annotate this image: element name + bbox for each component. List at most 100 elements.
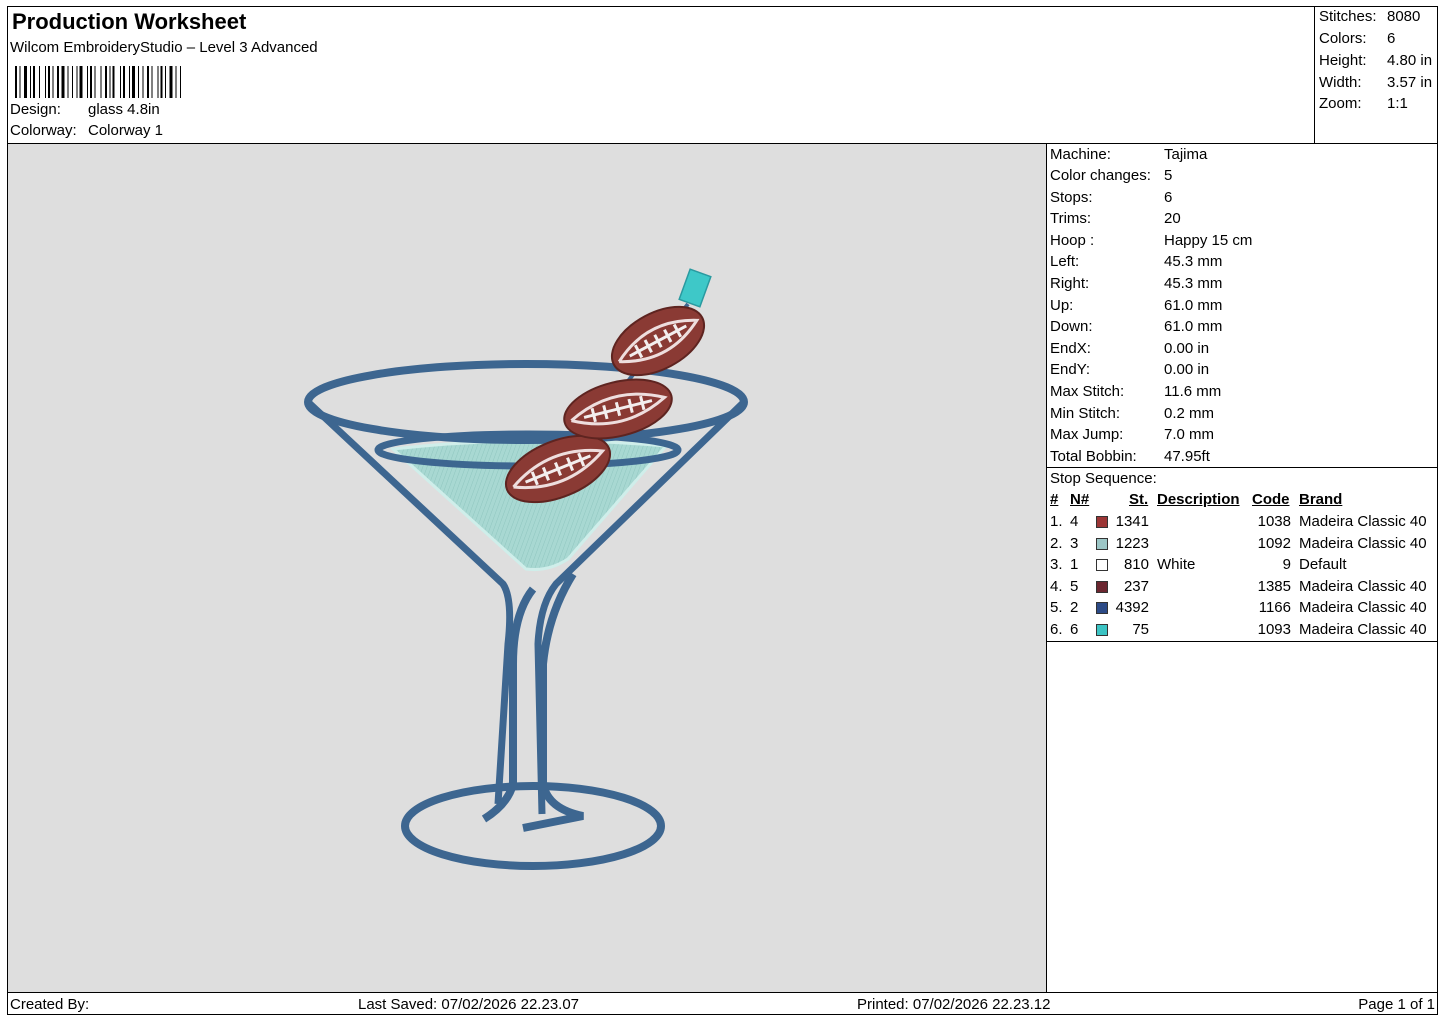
barcode-bar	[87, 66, 88, 98]
barcode-bar	[57, 66, 59, 98]
info-row: Left: 45.3 mm	[1050, 253, 1222, 270]
row-number: 6.	[1050, 621, 1063, 638]
barcode-bar	[79, 66, 83, 98]
page-number: Page 1 of 1	[1358, 996, 1435, 1013]
info-label: Color changes:	[1050, 167, 1151, 184]
divider	[1047, 467, 1438, 468]
barcode-bar	[160, 66, 163, 98]
col-header-stitches: St.	[1129, 491, 1149, 508]
summary-value: 3.57 in	[1387, 74, 1433, 91]
barcode-bar	[39, 66, 40, 98]
info-value: 11.6 mm	[1164, 383, 1222, 400]
needle-number: 4	[1070, 513, 1079, 530]
barcode-image	[15, 66, 181, 98]
barcode-bar	[15, 66, 17, 98]
barcode-bar	[109, 66, 111, 98]
info-row: EndY: 0.00 in	[1050, 361, 1209, 378]
row-number: 5.	[1050, 599, 1063, 616]
summary-row: Zoom: 1:1	[1319, 95, 1408, 112]
row-number: 3.	[1050, 556, 1063, 573]
barcode-bar	[151, 66, 153, 98]
barcode-bar	[100, 66, 102, 98]
summary-box: Stitches: 8080 Colors: 6 Height: 4.80 in Wi…	[1314, 6, 1438, 144]
row-number: 4.	[1050, 578, 1063, 595]
thread-code: 1092	[1257, 535, 1291, 552]
info-label: Trims:	[1050, 210, 1092, 227]
barcode-bar	[120, 66, 121, 98]
info-row: Color changes: 5	[1050, 167, 1172, 184]
barcode-bar	[165, 66, 166, 98]
info-value: 6	[1164, 189, 1173, 206]
design-preview	[8, 144, 1046, 992]
created-by: Created By:	[10, 996, 90, 1013]
summary-label: Width:	[1319, 74, 1362, 91]
thread-brand: Madeira Classic 40	[1299, 621, 1427, 638]
thread-brand: Madeira Classic 40	[1299, 513, 1427, 530]
barcode-bar	[138, 66, 139, 98]
table-row: 2. 3 1223 1092 Madeira Classic 40	[1047, 535, 1438, 556]
thread-code: 1166	[1258, 599, 1291, 616]
design-label: Design:	[10, 101, 61, 118]
info-label: EndX:	[1050, 340, 1091, 357]
info-value: 47.95ft	[1164, 448, 1210, 465]
barcode-bar	[169, 66, 173, 98]
needle-number: 5	[1070, 578, 1079, 595]
info-row: Total Bobbin: 47.95ft	[1050, 448, 1210, 465]
stitch-count: 1341	[1115, 513, 1149, 530]
barcode-bar	[61, 66, 65, 98]
table-row: 3. 1 810 White 9 Default	[1047, 556, 1438, 577]
info-row: Max Stitch: 11.6 mm	[1050, 383, 1221, 400]
summary-row: Stitches: 8080	[1319, 8, 1420, 25]
barcode-bar	[112, 66, 115, 98]
barcode-bar	[147, 66, 149, 98]
info-row: Machine: Tajima	[1050, 146, 1207, 163]
color-swatch	[1096, 538, 1108, 550]
worksheet-header: Production Worksheet Wilcom EmbroiderySt…	[7, 6, 1314, 144]
colorway-label: Colorway:	[10, 122, 77, 139]
info-row: Up: 61.0 mm	[1050, 297, 1222, 314]
summary-row: Colors: 6	[1319, 30, 1395, 47]
divider	[7, 992, 1438, 993]
barcode-bar	[132, 66, 135, 98]
thread-code: 9	[1282, 556, 1291, 573]
info-value: 20	[1164, 210, 1181, 227]
info-value: 45.3 mm	[1164, 253, 1223, 270]
info-row: Trims: 20	[1050, 210, 1181, 227]
barcode-bar	[30, 66, 31, 98]
info-label: Stops:	[1050, 189, 1093, 206]
thread-brand: Default	[1299, 556, 1347, 573]
thread-brand: Madeira Classic 40	[1299, 599, 1427, 616]
divider	[1047, 641, 1438, 642]
barcode-bar	[175, 66, 177, 98]
info-label: Machine:	[1050, 146, 1111, 163]
table-row: 4. 5 237 1385 Madeira Classic 40	[1047, 578, 1438, 599]
design-value: glass 4.8in	[88, 101, 160, 118]
info-label: Left:	[1050, 253, 1080, 270]
barcode-bar	[129, 66, 130, 98]
summary-value: 6	[1387, 30, 1396, 47]
table-row: 6. 6 75 1093 Madeira Classic 40	[1047, 621, 1438, 642]
info-row: Right: 45.3 mm	[1050, 275, 1222, 292]
info-value: 61.0 mm	[1164, 318, 1223, 335]
summary-value: 8080	[1387, 8, 1421, 25]
info-label: Right:	[1050, 275, 1090, 292]
info-label: Up:	[1050, 297, 1074, 314]
barcode-bar	[33, 66, 35, 98]
barcode-bar	[180, 66, 181, 98]
barcode-bar	[19, 66, 21, 98]
col-header-code: Code	[1252, 491, 1290, 508]
printed-date: Printed: 07/02/2026 22.23.12	[857, 996, 1051, 1013]
info-value: 0.2 mm	[1164, 405, 1215, 422]
summary-row: Height: 4.80 in	[1319, 52, 1432, 69]
glass-rim	[304, 360, 748, 444]
summary-label: Zoom:	[1319, 95, 1362, 112]
info-value: 7.0 mm	[1164, 426, 1215, 443]
barcode-bar	[48, 66, 50, 98]
stop-sequence-title: Stop Sequence:	[1050, 470, 1157, 487]
info-value: 45.3 mm	[1164, 275, 1223, 292]
color-swatch	[1096, 624, 1108, 636]
thread-brand: Madeira Classic 40	[1299, 578, 1427, 595]
color-swatch	[1096, 516, 1108, 528]
color-swatch	[1096, 602, 1108, 614]
summary-label: Stitches:	[1319, 8, 1377, 25]
